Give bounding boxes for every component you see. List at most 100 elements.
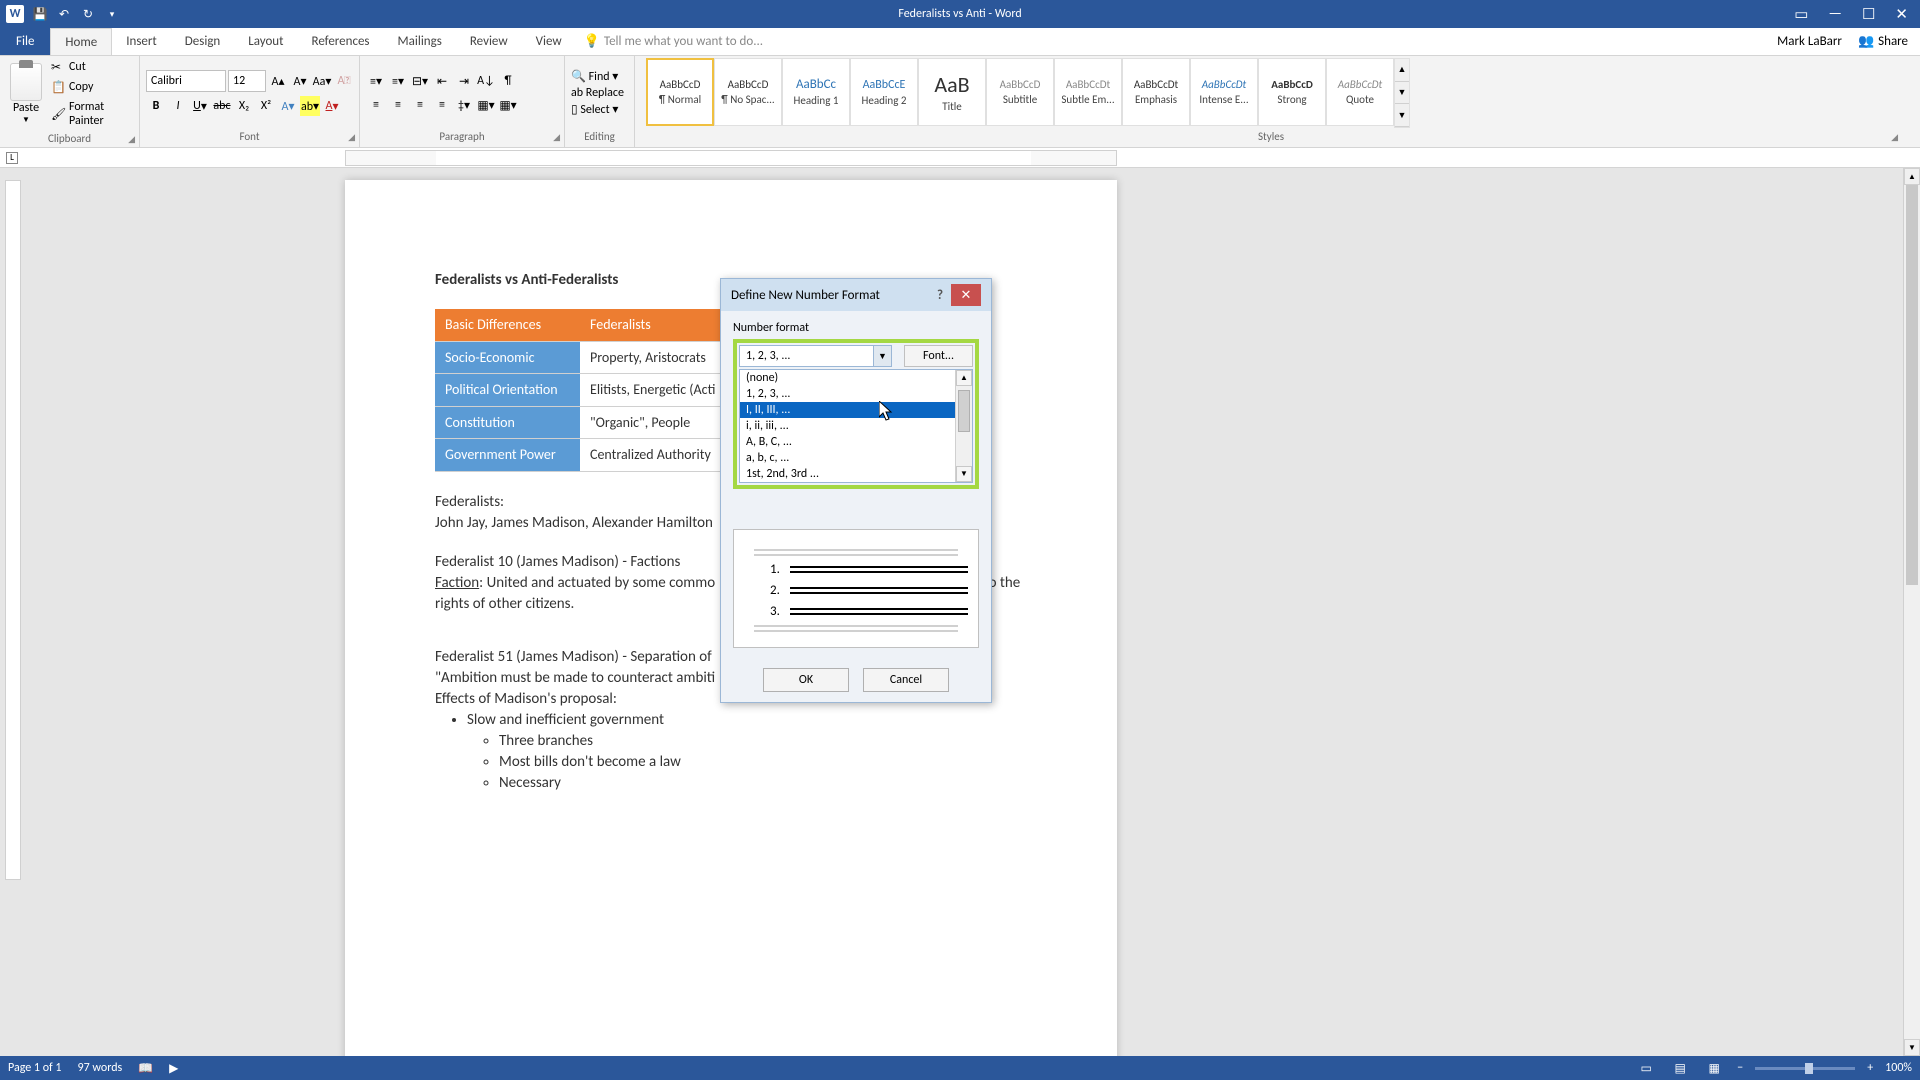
vertical-ruler[interactable] (5, 180, 21, 880)
dropdown-option[interactable]: (none) (740, 370, 955, 386)
tab-review[interactable]: Review (456, 28, 522, 55)
increase-indent-button[interactable]: ⇥ (454, 71, 474, 91)
qat-customize-icon[interactable]: ▾ (104, 6, 120, 22)
borders-button[interactable]: ▦▾ (498, 95, 518, 115)
scroll-thumb[interactable] (956, 386, 972, 466)
highlight-button[interactable]: ab▾ (300, 96, 320, 116)
number-style-combo[interactable]: 1, 2, 3, ... ▼ (739, 345, 892, 367)
tab-references[interactable]: References (298, 28, 384, 55)
cancel-button[interactable]: Cancel (863, 668, 949, 692)
style-item[interactable]: AaBbCcD¶ No Spac... (714, 58, 782, 126)
style-item[interactable]: AaBbCcDSubtitle (986, 58, 1054, 126)
style-item[interactable]: AaBbCcDtSubtle Em... (1054, 58, 1122, 126)
undo-icon[interactable]: ↶ (56, 6, 72, 22)
line-spacing-button[interactable]: ‡▾ (454, 95, 474, 115)
show-hide-button[interactable]: ¶ (498, 71, 518, 91)
styles-scroll[interactable]: ▲ ▼ ▼ (1394, 58, 1410, 128)
dropdown-option[interactable]: 1st, 2nd, 3rd ... (740, 466, 955, 482)
tab-layout[interactable]: Layout (234, 28, 297, 55)
dropdown-scrollbar[interactable]: ▲ ▼ (955, 370, 972, 482)
style-item[interactable]: AaBbCcHeading 1 (782, 58, 850, 126)
vertical-scrollbar[interactable]: ▲ ▼ (1903, 168, 1920, 1056)
scroll-up-icon[interactable]: ▲ (1904, 168, 1920, 185)
tab-view[interactable]: View (522, 28, 576, 55)
dialog-launcher-icon[interactable]: ◢ (348, 132, 355, 143)
ribbon-display-options-icon[interactable]: ▭ (1794, 5, 1808, 24)
italic-button[interactable]: I (168, 96, 188, 116)
save-icon[interactable]: 💾 (32, 6, 48, 22)
close-icon[interactable]: ✕ (951, 284, 981, 306)
styles-gallery[interactable]: AaBbCcD¶ NormalAaBbCcD¶ No Spac...AaBbCc… (646, 58, 1394, 126)
scroll-down-icon[interactable]: ▼ (1395, 82, 1409, 105)
tab-file[interactable]: File (0, 28, 50, 55)
scroll-down-icon[interactable]: ▼ (1904, 1039, 1920, 1056)
zoom-slider[interactable] (1755, 1067, 1855, 1070)
find-button[interactable]: 🔍 Find ▾ (571, 69, 624, 84)
zoom-level[interactable]: 100% (1885, 1061, 1912, 1075)
justify-button[interactable]: ≡ (432, 95, 452, 115)
dialog-launcher-icon[interactable]: ◢ (128, 134, 135, 145)
align-right-button[interactable]: ≡ (410, 95, 430, 115)
minimize-icon[interactable]: — (1828, 5, 1842, 24)
help-icon[interactable]: ? (929, 284, 951, 306)
dropdown-option[interactable]: a, b, c, ... (740, 450, 955, 466)
font-size-input[interactable] (228, 70, 266, 92)
style-item[interactable]: AaBbCcDtQuote (1326, 58, 1394, 126)
cut-button[interactable]: ✂Cut (49, 58, 133, 76)
copy-button[interactable]: 📋Copy (49, 78, 133, 96)
shrink-font-button[interactable]: A▾ (290, 71, 310, 91)
horizontal-ruler[interactable] (345, 150, 1117, 166)
replace-button[interactable]: ab Replace (571, 86, 624, 100)
sort-button[interactable]: A↓ (476, 71, 496, 91)
share-button[interactable]: 👥 Share (1858, 34, 1908, 49)
text-effects-button[interactable]: A▾ (278, 96, 298, 116)
subscript-button[interactable]: X₂ (234, 96, 254, 116)
scroll-down-icon[interactable]: ▼ (956, 466, 972, 482)
tab-mailings[interactable]: Mailings (384, 28, 456, 55)
font-color-button[interactable]: A▾ (322, 96, 342, 116)
word-count[interactable]: 97 words (78, 1061, 123, 1075)
style-item[interactable]: AaBbCcD¶ Normal (646, 58, 714, 126)
user-name[interactable]: Mark LaBarr (1777, 34, 1842, 49)
dropdown-option[interactable]: A, B, C, ... (740, 434, 955, 450)
scroll-thumb[interactable] (1906, 185, 1918, 585)
underline-button[interactable]: U▾ (190, 96, 210, 116)
redo-icon[interactable]: ↻ (80, 6, 96, 22)
macro-icon[interactable]: ▶ (169, 1061, 178, 1076)
paste-button[interactable]: Paste ▼ (6, 59, 46, 129)
ok-button[interactable]: OK (763, 668, 849, 692)
dropdown-option[interactable]: I, II, III, ... (740, 402, 955, 418)
spelling-icon[interactable]: 📖 (138, 1061, 153, 1076)
dialog-titlebar[interactable]: Define New Number Format ? ✕ (721, 279, 991, 311)
dialog-launcher-icon[interactable]: ◢ (1891, 132, 1898, 143)
styles-more-icon[interactable]: ▼ (1395, 104, 1409, 127)
close-icon[interactable]: ✕ (1895, 5, 1908, 24)
select-button[interactable]: ▯ Select ▾ (571, 102, 624, 117)
change-case-button[interactable]: Aa▾ (312, 71, 332, 91)
scroll-up-icon[interactable]: ▲ (1395, 59, 1409, 82)
bold-button[interactable]: B (146, 96, 166, 116)
style-item[interactable]: AaBbCcEHeading 2 (850, 58, 918, 126)
strikethrough-button[interactable]: abc (212, 96, 232, 116)
shading-button[interactable]: ▦▾ (476, 95, 496, 115)
font-button[interactable]: Font... (904, 345, 973, 367)
maximize-icon[interactable]: ☐ (1862, 5, 1875, 24)
zoom-out-icon[interactable]: − (1737, 1061, 1743, 1075)
font-name-input[interactable] (146, 70, 226, 92)
zoom-in-icon[interactable]: + (1867, 1061, 1873, 1075)
align-center-button[interactable]: ≡ (388, 95, 408, 115)
tab-home[interactable]: Home (50, 28, 112, 55)
tab-design[interactable]: Design (171, 28, 234, 55)
chevron-down-icon[interactable]: ▼ (873, 346, 891, 366)
decrease-indent-button[interactable]: ⇤ (432, 71, 452, 91)
web-layout-icon[interactable]: ▦ (1703, 1059, 1725, 1077)
dropdown-option[interactable]: i, ii, iii, ... (740, 418, 955, 434)
page-indicator[interactable]: Page 1 of 1 (8, 1061, 62, 1075)
scroll-up-icon[interactable]: ▲ (956, 370, 972, 386)
print-layout-icon[interactable]: ▤ (1669, 1059, 1691, 1077)
style-item[interactable]: AaBbCcDStrong (1258, 58, 1326, 126)
style-item[interactable]: AaBTitle (918, 58, 986, 126)
multilevel-list-button[interactable]: ⊟▾ (410, 71, 430, 91)
format-painter-button[interactable]: 🖌Format Painter (49, 98, 133, 130)
tab-insert[interactable]: Insert (112, 28, 171, 55)
